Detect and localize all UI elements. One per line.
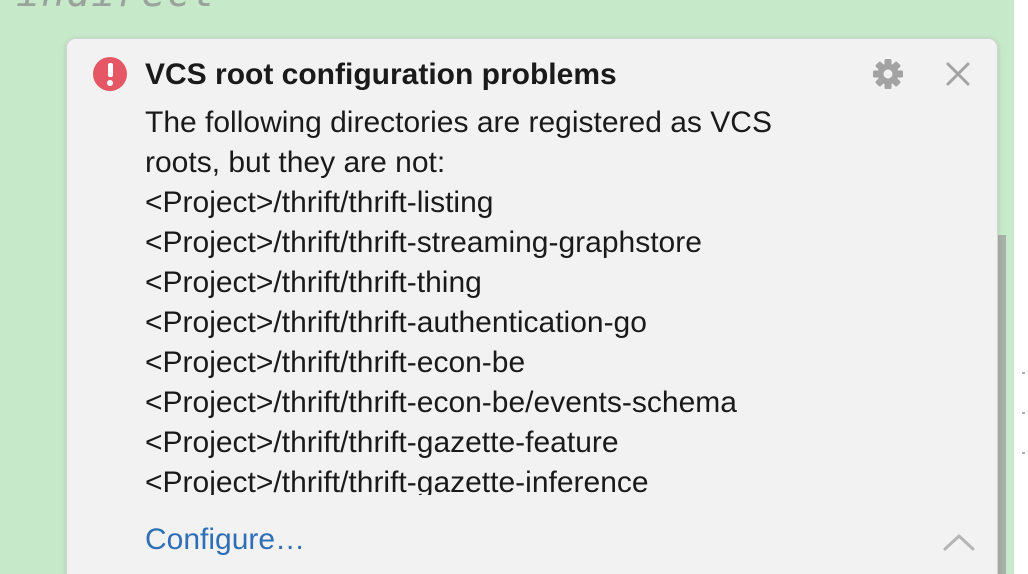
- directory-path: <Project>/thrift/thrift-streaming-graphs…: [145, 226, 702, 259]
- directory-path: <Project>/thrift/thrift-authentication-g…: [145, 306, 647, 339]
- chevron-up-icon[interactable]: [941, 529, 977, 555]
- directory-path: <Project>/thrift/thrift-econ-be: [145, 346, 526, 379]
- edge-mark: [1022, 412, 1025, 414]
- editor-background-text: indirect: [16, 0, 217, 16]
- directory-path: <Project>/thrift/thrift-listing: [145, 186, 494, 219]
- directory-path: <Project>/thrift/thrift-gazette-inferenc…: [145, 466, 649, 495]
- notification-balloon: VCS root configuration problems The foll…: [66, 38, 998, 574]
- right-edge-strip: [1014, 0, 1028, 574]
- configure-link[interactable]: Configure…: [145, 520, 305, 560]
- gear-icon[interactable]: [871, 57, 905, 91]
- edge-mark: [1022, 372, 1025, 374]
- error-icon: [93, 57, 127, 91]
- notification-body: The following directories are registered…: [145, 103, 945, 495]
- directory-path: <Project>/thrift/thrift-gazette-feature: [145, 426, 619, 459]
- edge-mark: [1022, 452, 1025, 454]
- notification-title: VCS root configuration problems: [145, 58, 617, 91]
- close-icon[interactable]: [943, 59, 973, 89]
- directory-path: <Project>/thrift/thrift-thing: [145, 266, 482, 299]
- body-intro-line: roots, but they are not:: [145, 146, 446, 179]
- directory-path: <Project>/thrift/thrift-econ-be/events-s…: [145, 386, 737, 419]
- body-intro-line: The following directories are registered…: [145, 106, 772, 139]
